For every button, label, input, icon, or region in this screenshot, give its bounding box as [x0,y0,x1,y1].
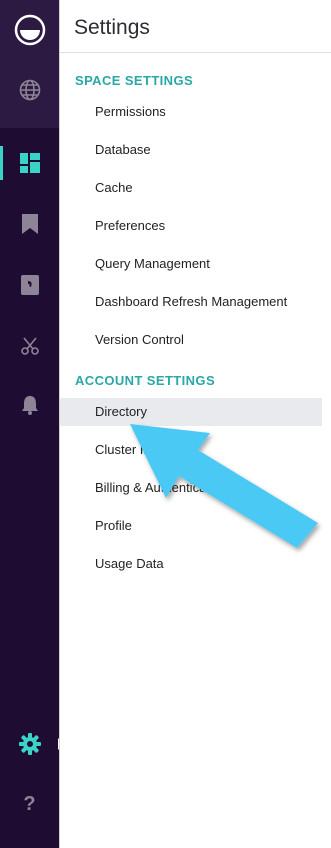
settings-panel: Settings SPACE SETTINGS Permissions Data… [59,0,331,848]
settings-item-query-management[interactable]: Query Management [60,250,322,278]
chat-icon[interactable] [0,265,59,305]
logo-icon[interactable] [0,10,59,50]
settings-item-profile[interactable]: Profile [60,512,322,540]
help-icon[interactable]: ? [0,784,59,824]
settings-item-permissions[interactable]: Permissions [60,98,322,126]
settings-item-cache[interactable]: Cache [60,174,322,202]
icon-rail: ? [0,0,64,848]
help-glyph: ? [23,792,36,815]
page-title: Settings [74,16,150,39]
bell-icon[interactable] [0,385,59,425]
bookmark-icon[interactable] [0,204,59,244]
globe-icon[interactable] [0,70,59,110]
settings-item-database[interactable]: Database [60,136,322,164]
settings-item-billing[interactable]: Billing & Authentication [60,474,322,502]
settings-item-cluster-info[interactable]: Cluster Info [60,436,322,464]
section-space-settings: SPACE SETTINGS [75,73,194,88]
settings-item-dashboard-refresh[interactable]: Dashboard Refresh Management [60,288,322,316]
section-account-settings: ACCOUNT SETTINGS [75,373,216,388]
settings-item-preferences[interactable]: Preferences [60,212,322,240]
settings-item-directory[interactable]: Directory [60,398,322,426]
scissors-icon[interactable] [0,326,59,366]
title-divider [60,52,331,53]
settings-item-version-control[interactable]: Version Control [60,326,322,354]
settings-item-usage-data[interactable]: Usage Data [60,550,322,578]
gear-icon[interactable] [0,724,59,764]
dashboard-icon[interactable] [0,143,59,183]
